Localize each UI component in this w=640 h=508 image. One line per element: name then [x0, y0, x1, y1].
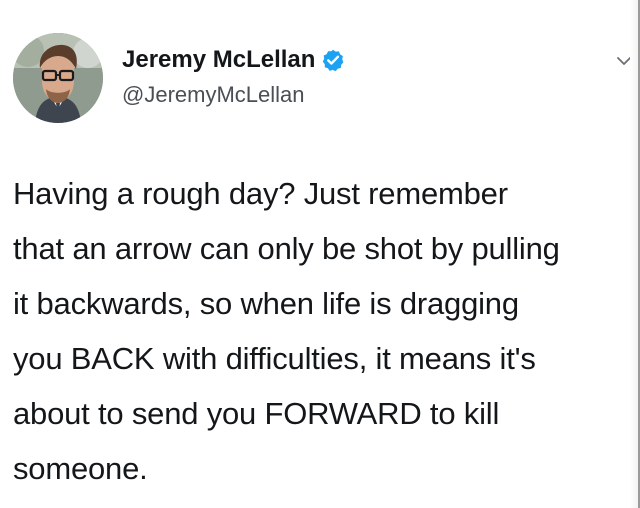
tweet-text-line: someone.: [13, 451, 148, 486]
author-avatar[interactable]: [13, 33, 103, 123]
tweet-text-line: you BACK with difficulties, it means it'…: [13, 341, 536, 376]
user-avatar-photo-icon: [13, 33, 103, 123]
tweet-author: Jeremy McLellan @JeremyMcLellan: [122, 44, 345, 108]
tweet-body: Having a rough day? Just remember that a…: [13, 166, 637, 496]
tweet-text-line: that an arrow can only be shot by pullin…: [13, 231, 560, 266]
tweet-text-line: Having a rough day? Just remember: [13, 176, 508, 211]
tweet-text-line: about to send you FORWARD to kill: [13, 396, 500, 431]
tweet-card: Jeremy McLellan @JeremyMcLellan Having a…: [0, 0, 640, 508]
author-handle[interactable]: @JeremyMcLellan: [122, 82, 345, 108]
chevron-down-icon[interactable]: [614, 51, 634, 71]
verified-badge-icon: [321, 48, 345, 72]
author-name-row: Jeremy McLellan: [122, 44, 345, 76]
tweet-text-line: it backwards, so when life is dragging: [13, 286, 519, 321]
author-display-name[interactable]: Jeremy McLellan: [122, 46, 315, 74]
